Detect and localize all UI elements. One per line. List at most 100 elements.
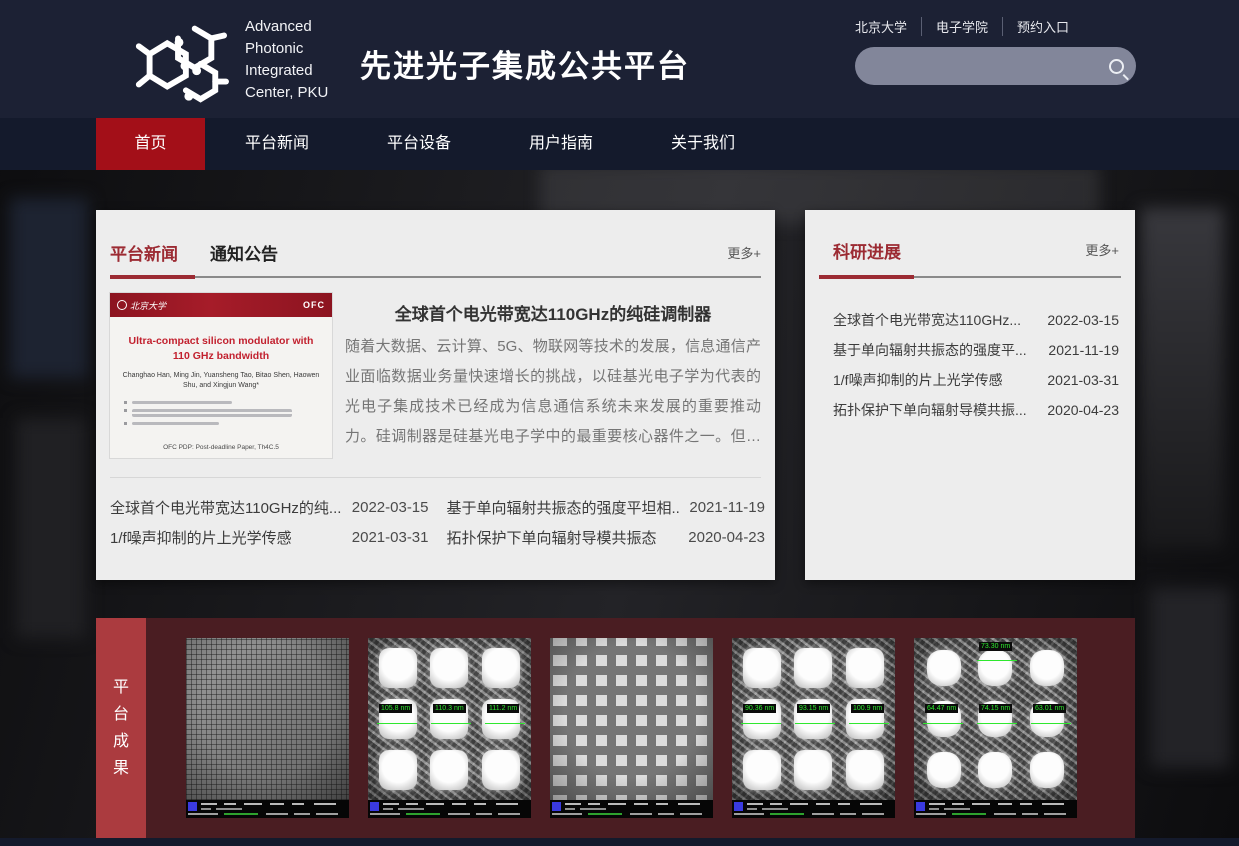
sem-image-3[interactable] (550, 638, 713, 818)
lab-equipment-shape (1150, 588, 1230, 768)
sem-image-5[interactable]: 73.30 nm 64.47 nm 74.15 nm 63.01 nm (914, 638, 1077, 818)
link-pku[interactable]: 北京大学 (855, 17, 922, 36)
news-item-title: 全球首个电光带宽达110GHz的纯... (110, 497, 342, 518)
featured-article-excerpt: 随着大数据、云计算、5G、物联网等技术的发展，信息通信产业面临数据业务量快速增长… (345, 332, 761, 452)
search-button[interactable] (1096, 47, 1136, 85)
achievements-strip: 平 台 成 果 105.8 nm 110.3 nm 111.2 (96, 618, 1135, 838)
measurement-label: 110.3 nm (433, 704, 466, 713)
measurement-label: 74.15 nm (979, 704, 1012, 713)
label-char: 平 (113, 680, 129, 696)
news-item-title: 1/f噪声抑制的片上光学传感 (110, 527, 342, 548)
measurement-label: 100.9 nm (851, 704, 884, 713)
pillar-array (372, 642, 527, 796)
active-tab-indicator (110, 275, 195, 279)
news-item-date: 2021-03-31 (352, 529, 429, 546)
logo-line: Integrated (245, 60, 328, 82)
logo-line: Advanced (245, 16, 328, 38)
pku-logo-text: 北京大学 (130, 299, 166, 312)
tab-notices[interactable]: 通知公告 (210, 240, 278, 265)
news-item-date: 2021-11-19 (689, 499, 765, 516)
featured-article-image[interactable]: 北京大学 OFC Ultra-compact silicon modulator… (110, 293, 332, 458)
logo-line: Photonic (245, 38, 328, 60)
sem-info-bar (186, 800, 349, 818)
news-tabs: 平台新闻 通知公告 更多+ (110, 234, 761, 270)
measurement-label: 63.01 nm (1033, 704, 1066, 713)
nav-item-about[interactable]: 关于我们 (632, 118, 774, 170)
tabs-underline (110, 276, 761, 278)
news-more-link[interactable]: 更多+ (727, 243, 761, 262)
research-list-item[interactable]: 1/f噪声抑制的片上光学传感 2021-03-31 (833, 365, 1119, 395)
measurement-label: 73.30 nm (979, 642, 1012, 651)
sem-info-bar (914, 800, 1077, 818)
main-nav: 首页 平台新闻 平台设备 用户指南 关于我们 (0, 118, 1239, 170)
research-item-title: 基于单向辐射共振态的强度平... (833, 340, 1040, 360)
search-input[interactable] (855, 47, 1096, 85)
measurement-label: 64.47 nm (925, 704, 958, 713)
footer-strip (0, 838, 1239, 846)
research-item-title: 全球首个电光带宽达110GHz... (833, 310, 1039, 330)
pku-seal-icon (117, 300, 127, 310)
slide-footer-note: OFC PDP: Post-deadline Paper, Th4C.5 (110, 444, 332, 451)
news-list-item[interactable]: 全球首个电光带宽达110GHz的纯... 2022-03-15 (110, 492, 429, 522)
pku-logo-small: 北京大学 (117, 299, 166, 312)
search-box (855, 47, 1136, 85)
page: Advanced Photonic Integrated Center, PKU… (0, 0, 1239, 846)
pillar-array (918, 642, 1073, 796)
link-school[interactable]: 电子学院 (922, 17, 1003, 36)
microscope-shape (1140, 208, 1224, 548)
slide-authors: Changhao Han, Ming Jin, Yuansheng Tao, B… (110, 371, 332, 391)
research-item-title: 拓扑保护下单向辐射导模共振... (833, 400, 1039, 420)
sem-info-bar (732, 800, 895, 818)
lab-equipment-shape (16, 418, 86, 638)
nav-item-equipment[interactable]: 平台设备 (348, 118, 490, 170)
slide-banner: 北京大学 OFC (110, 293, 332, 317)
slide-bullet-lines (132, 401, 314, 425)
news-item-date: 2020-04-23 (688, 529, 765, 546)
news-panel: 平台新闻 通知公告 更多+ 北京大学 OFC Ultra-compact sil… (96, 210, 775, 580)
research-underline (819, 276, 1121, 278)
news-list-item[interactable]: 1/f噪声抑制的片上光学传感 2021-03-31 (110, 522, 429, 552)
research-list-item[interactable]: 基于单向辐射共振态的强度平... 2021-11-19 (833, 335, 1119, 365)
achievements-label: 平 台 成 果 (96, 618, 146, 838)
lab-equipment-shape (10, 198, 88, 378)
sem-pattern (550, 638, 713, 800)
sem-image-1[interactable] (186, 638, 349, 818)
link-booking[interactable]: 预约入口 (1003, 17, 1083, 36)
site-title: 先进光子集成公共平台 (360, 41, 690, 86)
featured-article-title[interactable]: 全球首个电光带宽达110GHz的纯硅调制器 (345, 300, 761, 325)
nav-item-home[interactable]: 首页 (96, 118, 205, 170)
apic-molecule-logo[interactable] (128, 10, 230, 108)
news-list-item[interactable]: 基于单向辐射共振态的强度平坦相... 2021-11-19 (447, 492, 766, 522)
label-char: 台 (113, 707, 129, 723)
nav-item-guide[interactable]: 用户指南 (490, 118, 632, 170)
tab-platform-news[interactable]: 平台新闻 (110, 240, 178, 265)
nav-item-news[interactable]: 平台新闻 (206, 118, 348, 170)
research-more-link[interactable]: 更多+ (1085, 240, 1119, 259)
measurement-label: 111.2 nm (487, 704, 519, 713)
research-item-date: 2022-03-15 (1047, 312, 1119, 328)
logo-line: Center, PKU (245, 82, 328, 104)
search-icon (1109, 59, 1124, 74)
sem-pattern (186, 638, 349, 800)
research-list-item[interactable]: 拓扑保护下单向辐射导模共振... 2020-04-23 (833, 395, 1119, 425)
news-list-item[interactable]: 拓扑保护下单向辐射导模共振态 2020-04-23 (447, 522, 766, 552)
measurement-label: 93.15 nm (797, 704, 830, 713)
sem-image-4[interactable]: 90.36 nm 93.15 nm 100.9 nm (732, 638, 895, 818)
ofc-badge: OFC (303, 300, 325, 310)
news-item-title: 基于单向辐射共振态的强度平坦相... (447, 497, 680, 518)
research-panel: 科研进展 更多+ 全球首个电光带宽达110GHz... 2022-03-15 基… (805, 210, 1135, 580)
slide-title: Ultra-compact silicon modulator with 110… (110, 334, 332, 363)
measurement-label: 105.8 nm (379, 704, 412, 713)
label-char: 成 (113, 734, 129, 750)
research-list: 全球首个电光带宽达110GHz... 2022-03-15 基于单向辐射共振态的… (833, 305, 1119, 425)
news-list: 全球首个电光带宽达110GHz的纯... 2022-03-15 基于单向辐射共振… (110, 492, 765, 552)
top-links: 北京大学 电子学院 预约入口 (855, 17, 1083, 36)
sem-info-bar (550, 800, 713, 818)
header: Advanced Photonic Integrated Center, PKU… (0, 0, 1239, 118)
list-divider (110, 477, 761, 478)
research-list-item[interactable]: 全球首个电光带宽达110GHz... 2022-03-15 (833, 305, 1119, 335)
pillar-array (736, 642, 891, 796)
research-item-title: 1/f噪声抑制的片上光学传感 (833, 370, 1039, 390)
research-panel-title: 科研进展 (833, 238, 901, 263)
sem-image-2[interactable]: 105.8 nm 110.3 nm 111.2 nm (368, 638, 531, 818)
